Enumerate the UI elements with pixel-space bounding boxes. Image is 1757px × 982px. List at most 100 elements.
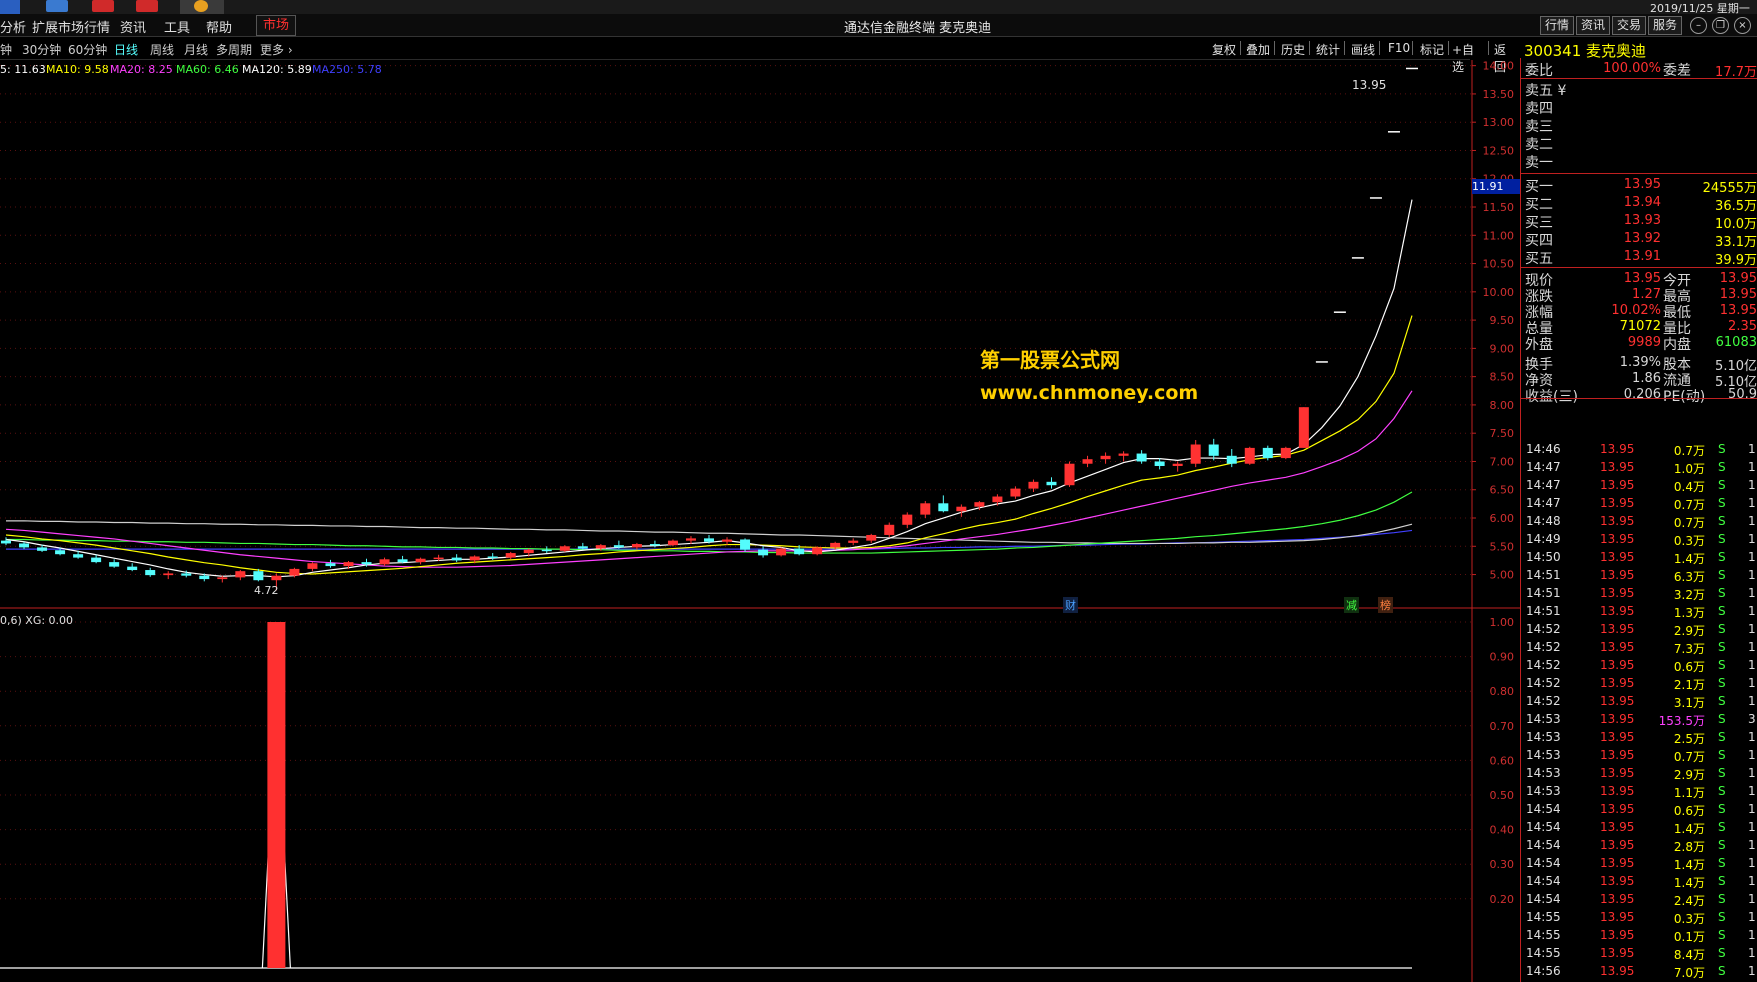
tick-row: 14:55 13.95 0.1万 S 1 [1524, 926, 1757, 944]
tick-time: 14:54 [1526, 874, 1561, 888]
tick-count: 1 [1748, 442, 1756, 456]
tick-row: 14:47 13.95 0.4万 S 1 [1524, 476, 1757, 494]
candle-body [902, 514, 913, 525]
candle-body [1244, 447, 1255, 464]
bid-price: 13.92 [1623, 231, 1661, 246]
price-tick-label: 7.50 [1490, 427, 1515, 440]
candle-body [55, 550, 66, 555]
tick-side: S [1718, 640, 1726, 654]
stat-value: 13.95 [1719, 271, 1757, 286]
tick-volume: 8.4万 [1673, 948, 1705, 962]
tick-side: S [1718, 622, 1726, 636]
candle-body [199, 575, 210, 580]
price-tick-label: 12.50 [1483, 144, 1515, 157]
tick-price: 13.95 [1600, 676, 1635, 690]
news-button[interactable]: 资讯 [1576, 16, 1611, 35]
event-tag-reduce[interactable]: 减 [1344, 597, 1359, 613]
tick-price: 13.95 [1600, 442, 1635, 456]
candle-body [523, 549, 534, 554]
tick-count: 1 [1748, 730, 1756, 744]
tick-count: 1 [1748, 514, 1756, 528]
tick-side: S [1718, 856, 1726, 870]
ask-row[interactable]: 卖五 ¥ [1521, 80, 1757, 99]
stat-value: 71072 [1619, 319, 1661, 334]
minimize-icon[interactable]: – [1690, 17, 1707, 34]
tick-price: 13.95 [1600, 496, 1635, 510]
tick-row: 14:52 13.95 0.6万 S 1 [1524, 656, 1757, 674]
weibi-label: 委比 [1525, 63, 1553, 79]
tick-count: 1 [1748, 586, 1756, 600]
tick-price: 13.95 [1600, 874, 1635, 888]
ask-row[interactable]: 卖三 [1521, 116, 1757, 135]
ask-label: 卖三 [1525, 119, 1553, 135]
tick-volume: 0.4万 [1673, 480, 1705, 494]
tick-side: S [1718, 442, 1726, 456]
tick-row: 14:54 13.95 0.6万 S 1 [1524, 800, 1757, 818]
trade-button[interactable]: 交易 [1612, 16, 1647, 35]
stat-row: 涨跌 1.27 最高 13.95 [1521, 286, 1757, 305]
candle-body [559, 546, 570, 551]
tick-side: S [1718, 784, 1726, 798]
kline-chart[interactable]: 14.0013.5013.0012.5012.0011.5011.0010.50… [0, 0, 1520, 982]
candle-body [1064, 463, 1075, 486]
service-button[interactable]: 服务 [1648, 16, 1683, 35]
bid-row[interactable]: 买三 13.93 10.0万 [1521, 212, 1757, 232]
ask-row[interactable]: 卖二 [1521, 134, 1757, 153]
restore-icon[interactable]: ❐ [1712, 17, 1729, 34]
event-tag-rank[interactable]: 榜 [1378, 597, 1393, 613]
tick-side: S [1718, 892, 1726, 906]
close-icon[interactable]: × [1734, 17, 1751, 34]
tick-time: 14:49 [1526, 532, 1561, 546]
candle-body [812, 547, 823, 555]
candle-body [974, 502, 985, 507]
ask-row[interactable]: 卖四 [1521, 98, 1757, 117]
tick-price: 13.95 [1600, 568, 1635, 582]
candle-body [307, 563, 318, 569]
tick-volume: 0.7万 [1673, 750, 1705, 764]
candle-body [289, 568, 300, 576]
watermark-url: www.chnmoney.com [980, 382, 1199, 404]
bid-row[interactable]: 买二 13.94 36.5万 [1521, 194, 1757, 214]
bid-row[interactable]: 买四 13.92 33.1万 [1521, 230, 1757, 250]
ask-row[interactable]: 卖一 [1521, 152, 1757, 171]
tick-count: 1 [1748, 802, 1756, 816]
candle-body [19, 543, 30, 548]
xg-signal-bar [267, 622, 286, 968]
low-price-label: 4.72 [254, 584, 279, 597]
price-tick-label: 8.50 [1490, 371, 1515, 384]
tick-price: 13.95 [1600, 478, 1635, 492]
tick-volume: 0.6万 [1673, 660, 1705, 674]
candle-body [397, 559, 408, 563]
tick-price: 13.95 [1600, 838, 1635, 852]
tick-time: 14:54 [1526, 838, 1561, 852]
tick-time: 14:54 [1526, 856, 1561, 870]
candle-body [992, 496, 1003, 503]
tick-volume: 2.8万 [1673, 840, 1705, 854]
event-tag-finance[interactable]: 财 [1063, 597, 1078, 613]
tick-row: 14:53 13.95 2.5万 S 1 [1524, 728, 1757, 746]
tick-price: 13.95 [1600, 910, 1635, 924]
tick-volume: 1.4万 [1673, 822, 1705, 836]
ask-label: 卖一 [1525, 155, 1553, 171]
tick-time: 14:52 [1526, 694, 1561, 708]
price-tick-label: 13.50 [1483, 88, 1515, 101]
tick-row: 14:55 13.95 0.3万 S 1 [1524, 908, 1757, 926]
tick-side: S [1718, 676, 1726, 690]
tick-volume: 7.3万 [1673, 642, 1705, 656]
bid-row[interactable]: 买五 13.91 39.9万 [1521, 248, 1757, 268]
quote-button[interactable]: 行情 [1540, 16, 1575, 35]
price-tick-label: 6.50 [1490, 484, 1515, 497]
bid-row[interactable]: 买一 13.95 24555万 [1521, 176, 1757, 196]
tick-price: 13.95 [1600, 604, 1635, 618]
candle-body [37, 547, 48, 551]
tick-price: 13.95 [1600, 460, 1635, 474]
tick-side: S [1718, 964, 1726, 978]
tick-row: 14:53 13.95 153.5万 S 3 [1524, 710, 1757, 728]
candle-body [649, 544, 660, 546]
tick-time: 14:52 [1526, 640, 1561, 654]
tick-count: 1 [1748, 946, 1756, 960]
candle-body [758, 549, 769, 556]
stat-label: 内盘 [1663, 337, 1691, 353]
candle-body [343, 562, 354, 567]
candle-body [1082, 459, 1093, 464]
